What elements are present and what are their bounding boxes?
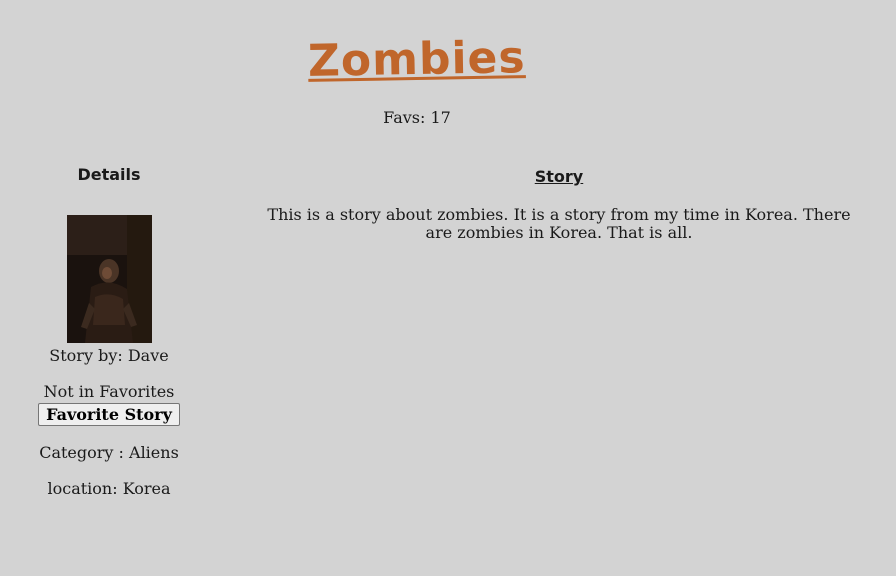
story-author: Story by: Dave [49, 346, 169, 365]
story-title-link[interactable]: Zombies [308, 32, 526, 87]
story-heading: Story [534, 167, 584, 186]
details-panel: Details Story by: Dave Not in Favorites … [19, 165, 199, 498]
story-location: location: Korea [47, 479, 171, 498]
story-cover-image [66, 215, 152, 343]
zombie-figure-icon [66, 215, 152, 343]
favs-count: Favs: 17 [383, 108, 451, 127]
favorite-story-button[interactable]: Favorite Story [38, 403, 180, 426]
story-body: This is a story about zombies. It is a s… [267, 205, 851, 242]
details-heading: Details [77, 165, 141, 184]
title-container: Zombies [0, 32, 834, 87]
favorite-status: Not in Favorites [43, 382, 175, 401]
story-panel: Story This is a story about zombies. It … [253, 167, 865, 242]
story-category: Category : Aliens [39, 443, 179, 462]
